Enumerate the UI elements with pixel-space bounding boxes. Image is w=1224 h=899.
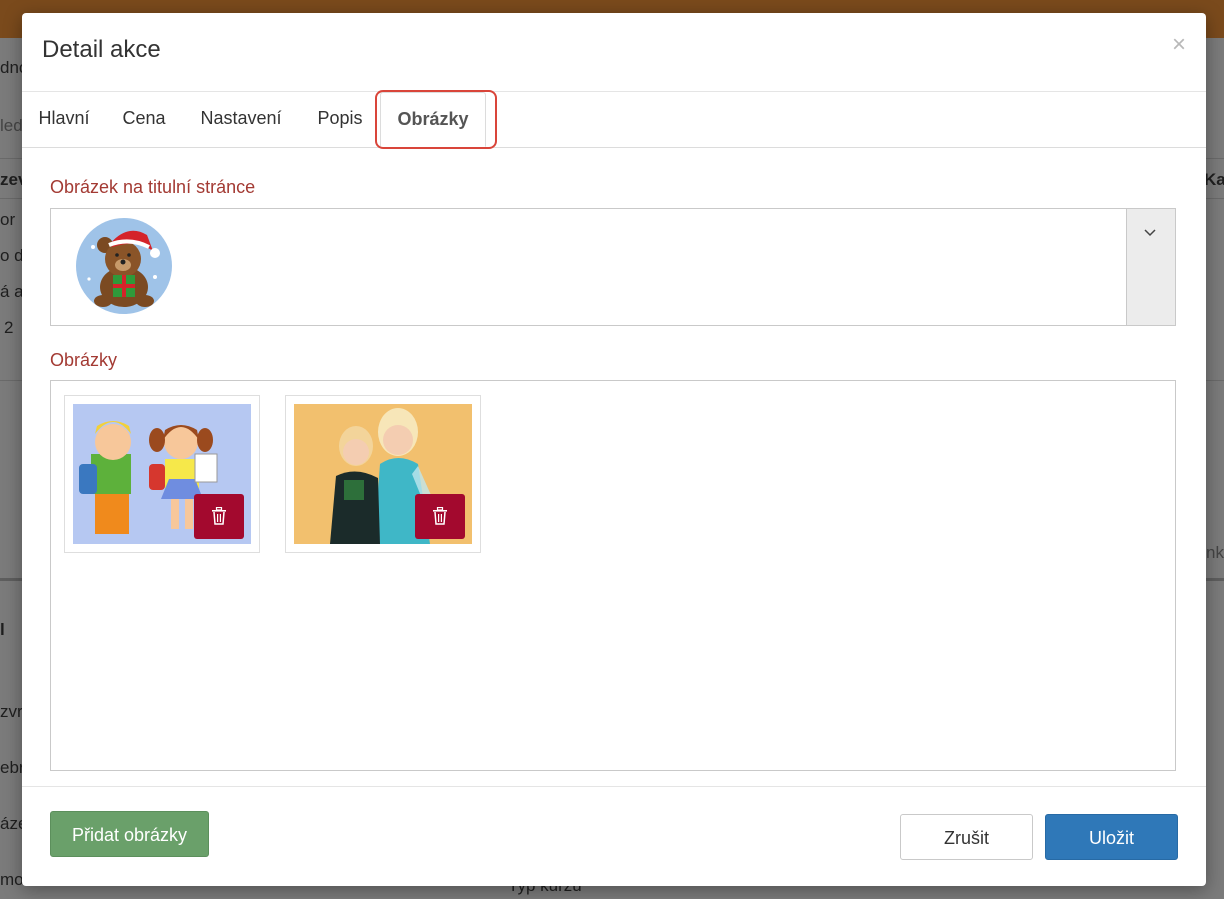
trash-icon (433, 507, 447, 525)
add-images-button[interactable]: Přidat obrázky (50, 811, 209, 857)
bg-text: or (0, 210, 16, 229)
tab-bar: Hlavní Cena Nastavení Popis Obrázky (22, 92, 1206, 148)
select-dropdown-toggle[interactable] (1126, 209, 1175, 325)
cancel-button[interactable]: Zrušit (900, 814, 1033, 860)
delete-image-button[interactable] (194, 494, 244, 539)
trash-icon (212, 507, 226, 525)
bg-text: á a (0, 282, 24, 301)
tab-cena[interactable]: Cena (120, 92, 168, 147)
teddy-bear-santa-hat-icon (76, 218, 172, 314)
images-label: Obrázky (50, 350, 118, 370)
tab-obrazky[interactable]: Obrázky (380, 92, 486, 147)
title-image-select[interactable] (50, 208, 1176, 326)
close-icon[interactable]: × (1172, 33, 1186, 57)
title-image-label: Obrázek na titulní stránce (50, 177, 256, 197)
modal-footer: Přidat obrázky Zrušit Uložit (22, 786, 1206, 887)
chevron-down-icon (1144, 229, 1156, 237)
bg-text: Ka (1204, 170, 1224, 189)
bg-text: zvr (0, 702, 23, 721)
tab-popis[interactable]: Popis (314, 92, 366, 147)
detail-modal: Detail akce × Hlavní Cena Nastavení Popi… (22, 13, 1206, 886)
images-gallery (50, 380, 1176, 771)
bg-text: nk (1206, 543, 1224, 562)
bg-text: 2 (4, 318, 14, 337)
bg-text: ebr (0, 758, 25, 777)
image-thumbnail[interactable] (64, 395, 260, 553)
image-thumbnail[interactable] (285, 395, 481, 553)
bg-text: l (0, 620, 5, 639)
modal-title: Detail akce (42, 36, 161, 63)
modal-header: Detail akce × (22, 13, 1206, 92)
bg-text: led (0, 116, 23, 135)
tab-nastaveni[interactable]: Nastavení (197, 92, 285, 147)
save-button[interactable]: Uložit (1045, 814, 1178, 860)
tab-hlavni[interactable]: Hlavní (36, 92, 92, 147)
delete-image-button[interactable] (415, 494, 465, 539)
